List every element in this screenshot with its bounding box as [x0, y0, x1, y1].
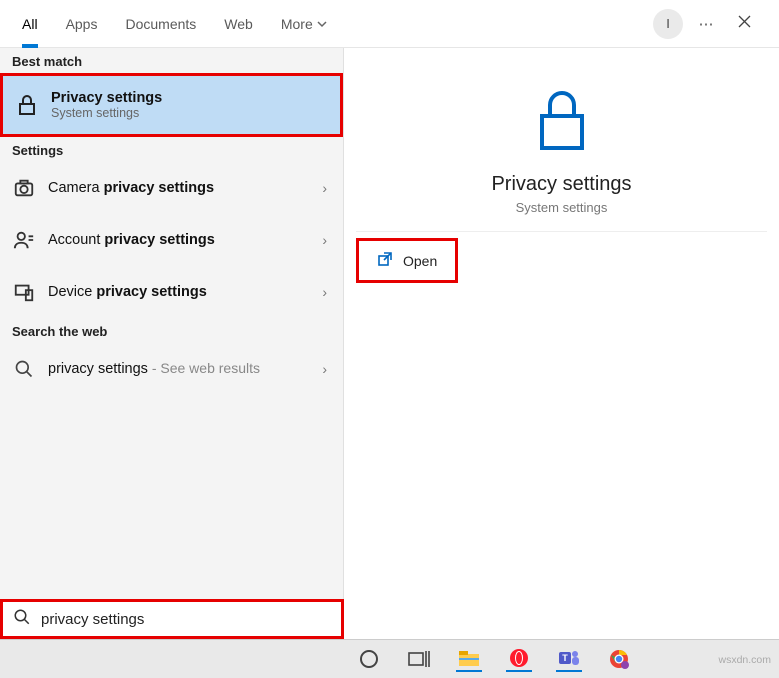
close-button[interactable] [729, 9, 759, 39]
result-device-privacy[interactable]: Device privacy settings › [0, 266, 343, 318]
header-tabs: All Apps Documents Web More I ⋯ [0, 0, 779, 48]
result-text: privacy settings - See web results [48, 360, 310, 378]
chrome-icon[interactable] [606, 646, 632, 672]
detail-subtitle: System settings [516, 200, 608, 215]
main-area: Best match Privacy settings System setti… [0, 48, 779, 639]
tab-more[interactable]: More [267, 0, 341, 48]
result-text: Privacy settings System settings [51, 90, 328, 120]
lock-icon [15, 93, 39, 117]
chevron-right-icon: › [322, 232, 331, 248]
search-box[interactable] [0, 599, 344, 639]
results-pane: Best match Privacy settings System setti… [0, 48, 344, 639]
lock-icon [534, 88, 590, 157]
result-text: Account privacy settings [48, 231, 310, 249]
avatar[interactable]: I [653, 9, 683, 39]
tab-apps[interactable]: Apps [52, 0, 112, 48]
action-row: Open [356, 238, 767, 283]
search-icon [13, 608, 31, 631]
result-subtitle: System settings [51, 106, 328, 120]
detail-hero: Privacy settings System settings [356, 60, 767, 232]
result-title: Privacy settings [51, 90, 328, 106]
chevron-down-icon [317, 0, 327, 48]
account-icon [12, 228, 36, 252]
result-title: Camera privacy settings [48, 180, 214, 196]
result-title: Account privacy settings [48, 232, 215, 248]
result-title: Device privacy settings [48, 284, 207, 300]
teams-icon[interactable]: T [556, 646, 582, 672]
chevron-right-icon: › [322, 284, 331, 300]
cortana-icon[interactable] [356, 646, 382, 672]
more-options-button[interactable]: ⋯ [691, 9, 721, 39]
result-best-match[interactable]: Privacy settings System settings [0, 73, 343, 137]
chevron-right-icon: › [322, 180, 331, 196]
chevron-right-icon: › [322, 361, 331, 377]
ellipsis-icon: ⋯ [699, 15, 714, 33]
close-icon [738, 15, 751, 32]
watermark: wsxdn.com [718, 654, 771, 666]
tab-more-label: More [281, 0, 313, 48]
open-external-icon [377, 251, 393, 270]
detail-pane: Privacy settings System settings Open [344, 48, 779, 639]
result-title: privacy settings - See web results [48, 361, 260, 377]
task-view-icon[interactable] [406, 646, 432, 672]
tabs-right: I ⋯ [653, 9, 771, 39]
opera-icon[interactable] [506, 646, 532, 672]
tab-all[interactable]: All [8, 0, 52, 48]
tab-web[interactable]: Web [210, 0, 267, 48]
file-explorer-icon[interactable] [456, 646, 482, 672]
section-settings: Settings [0, 137, 343, 162]
device-icon [12, 280, 36, 304]
result-web-search[interactable]: privacy settings - See web results › [0, 343, 343, 395]
result-text: Camera privacy settings [48, 179, 310, 197]
detail-title: Privacy settings [491, 173, 631, 196]
taskbar: T [0, 639, 779, 678]
result-camera-privacy[interactable]: Camera privacy settings › [0, 162, 343, 214]
result-account-privacy[interactable]: Account privacy settings › [0, 214, 343, 266]
tab-documents[interactable]: Documents [111, 0, 210, 48]
open-label: Open [403, 253, 437, 269]
svg-text:T: T [562, 653, 568, 663]
camera-icon [12, 176, 36, 200]
result-text: Device privacy settings [48, 283, 310, 301]
tabs-left: All Apps Documents Web More [8, 0, 341, 48]
section-best-match: Best match [0, 48, 343, 73]
search-icon [12, 357, 36, 381]
search-input[interactable] [41, 611, 331, 628]
open-button[interactable]: Open [356, 238, 458, 283]
section-web: Search the web [0, 318, 343, 343]
